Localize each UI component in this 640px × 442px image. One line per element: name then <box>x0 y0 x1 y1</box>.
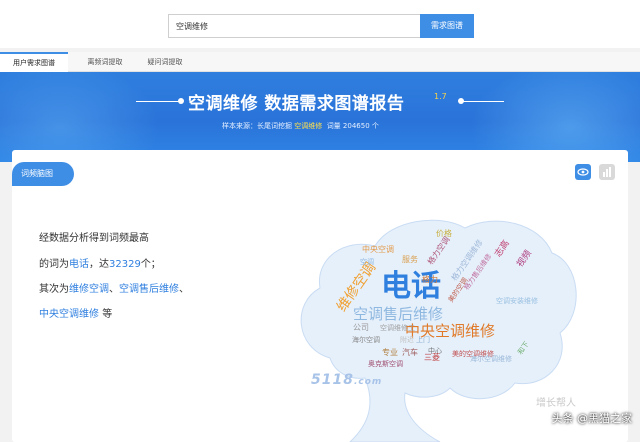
summary-line-4: 中央空调维修 等 <box>39 305 112 320</box>
search-button[interactable]: 需求图谱 <box>420 14 474 38</box>
word-16[interactable]: 附近 <box>400 335 414 344</box>
sample-info: 样本来源：长尾词挖掘 空调维修 词量 204650 个 <box>222 121 379 131</box>
volume-unit: 个 <box>371 122 379 130</box>
word-15[interactable]: 海尔空调 <box>352 335 380 344</box>
top-word-count: 32329 <box>109 259 141 270</box>
tab-bar: 用户需求图谱 离频词提取 疑问词提取 <box>0 52 640 72</box>
word-5[interactable]: 服务 <box>402 254 418 264</box>
eye-icon-svg <box>577 168 589 176</box>
title-line-left <box>136 101 180 102</box>
third-word[interactable]: 空调售后维修 <box>119 284 179 295</box>
sample-prefix: 样本来源： <box>222 122 257 130</box>
tab-demand-graph[interactable]: 用户需求图谱 <box>0 52 68 72</box>
summary-line2-mid: ，达 <box>89 259 109 270</box>
top-word[interactable]: 电话 <box>69 259 89 270</box>
title-line-right <box>462 101 504 102</box>
tab-question-words[interactable]: 疑问词提取 <box>140 52 190 72</box>
fourth-word[interactable]: 中央空调维修 <box>39 309 99 320</box>
banner-glow <box>470 72 640 162</box>
word-13[interactable]: 公司 <box>353 323 369 332</box>
bar-chart-icon-svg <box>603 167 611 177</box>
word-14[interactable]: 空调维修工 <box>380 323 415 332</box>
sample-source: 长尾词挖掘 <box>257 122 292 130</box>
site-watermark: 5118.com <box>311 372 382 388</box>
search-bar: 需求图谱 <box>0 0 640 48</box>
page: 需求图谱 用户需求图谱 离频词提取 疑问词提取 空调维修 数据需求图谱报告 1.… <box>0 0 640 442</box>
summary-line-2: 的词为电话，达32329个； <box>39 255 161 270</box>
word-28[interactable]: 空调 <box>360 257 374 266</box>
word-11[interactable]: 格力 <box>422 274 438 284</box>
watermark-domain: .com <box>353 377 383 387</box>
sample-keyword: 空调维修 <box>294 122 323 130</box>
word-20[interactable]: 专业 <box>382 347 398 357</box>
volume-value: 204650 <box>342 122 370 130</box>
word-22[interactable]: 三菱 <box>424 352 440 362</box>
ghost-watermark: 增长帮人 <box>536 398 576 409</box>
banner-glow-left <box>0 72 160 162</box>
report-banner <box>0 72 640 162</box>
second-word[interactable]: 维修空调 <box>69 284 109 295</box>
summary-sep-2: 、 <box>179 284 189 295</box>
report-title: 空调维修 数据需求图谱报告 <box>188 94 405 114</box>
word-2[interactable]: 空调售后维修 <box>353 305 443 323</box>
eye-icon[interactable] <box>575 164 591 180</box>
report-version: 1.7 <box>434 92 447 101</box>
word-24[interactable]: 海尔空调维修 <box>470 354 512 363</box>
bar-chart-icon[interactable] <box>599 164 615 180</box>
search-input[interactable] <box>168 14 420 38</box>
summary-line2-suffix: 个； <box>140 259 161 270</box>
summary-line2-prefix: 的词为 <box>39 259 69 270</box>
word-12[interactable]: 空调安装维修 <box>496 296 538 305</box>
summary-line-3: 其次为维修空调、空调售后维修、 <box>39 280 189 295</box>
word-23[interactable]: 奥克斯空调 <box>368 359 403 368</box>
source-watermark: 头条 @黑猫之家 <box>551 412 633 425</box>
word-21[interactable]: 汽车 <box>402 347 418 357</box>
title-dot-left <box>178 98 184 104</box>
tab-frequency-words[interactable]: 离频词提取 <box>72 52 138 72</box>
card-tag: 词频脑图 <box>12 162 74 186</box>
watermark-site: 5118 <box>311 372 354 388</box>
word-17[interactable]: 上门 <box>416 335 430 344</box>
summary-line-1: 经数据分析得到词频最高 <box>39 233 149 244</box>
word-4[interactable]: 中央空调 <box>362 244 394 254</box>
summary-line4-suffix: 等 <box>102 309 113 320</box>
volume-label: 词量 <box>326 122 341 130</box>
summary-line3-prefix: 其次为 <box>39 284 69 295</box>
summary-sep-1: 、 <box>109 284 119 295</box>
